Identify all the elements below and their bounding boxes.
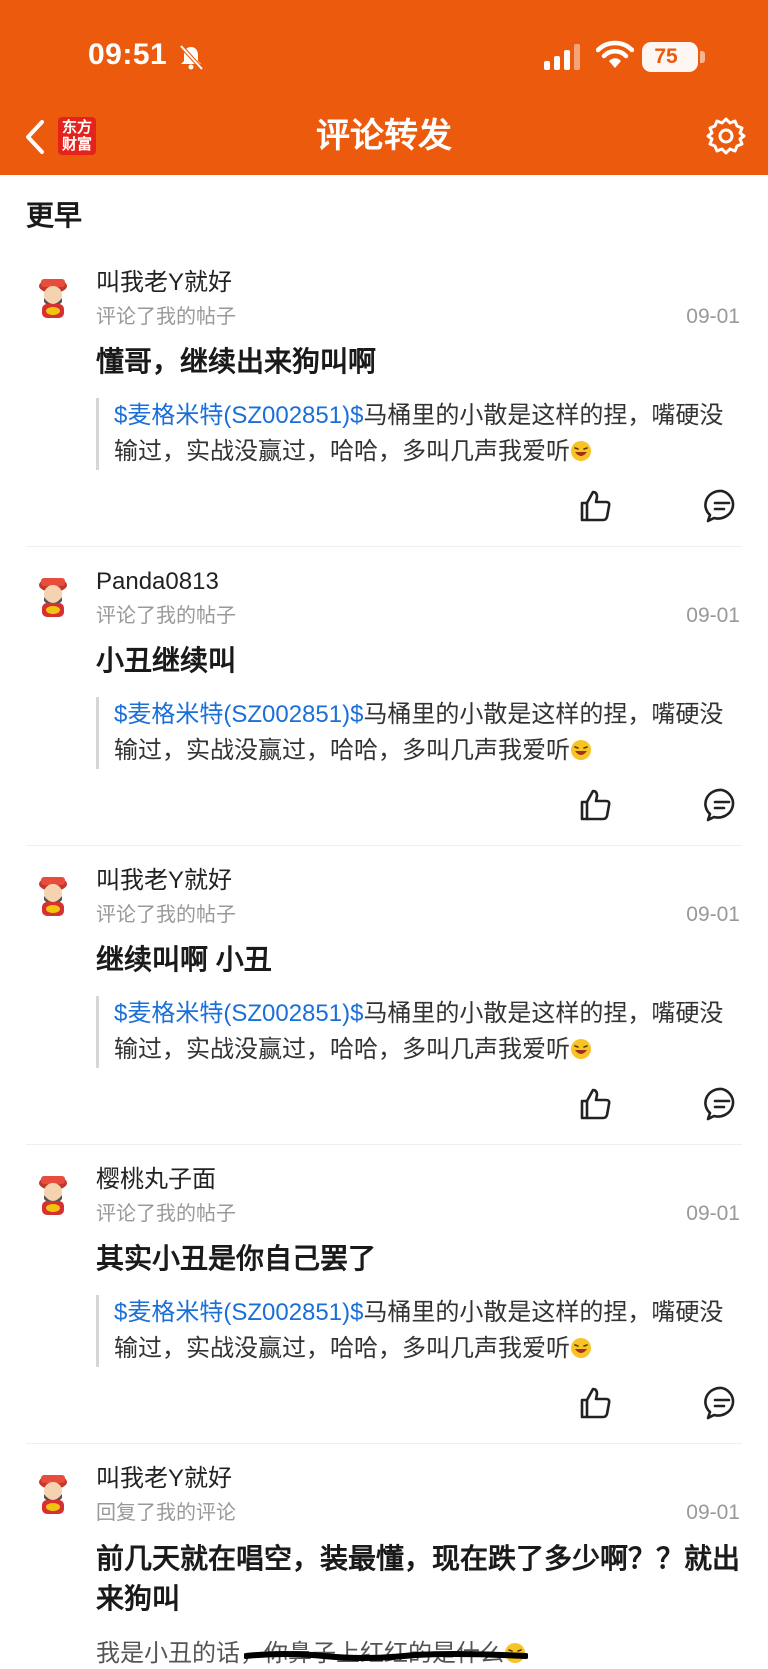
battery-level: 75 [654, 45, 678, 68]
username[interactable]: Panda0813 [96, 565, 219, 599]
reply-icon[interactable] [704, 488, 740, 524]
comment-text: 小丑继续叫 [96, 645, 237, 676]
quoted-post[interactable]: $麦格米特(SZ002851)$马桶里的小散是这样的捏，嘴硬没输过，实战没赢过，… [96, 697, 746, 769]
username[interactable]: 叫我老Y就好 [96, 864, 232, 898]
reply-icon[interactable] [704, 1385, 740, 1421]
timestamp: 09-01 [686, 305, 740, 328]
battery-cap [700, 51, 705, 63]
action-text: 评论了我的帖子 [96, 1203, 236, 1225]
action-text: 评论了我的帖子 [96, 605, 236, 627]
timestamp: 09-01 [686, 1202, 740, 1225]
comment-text: 继续叫啊 小丑 [96, 944, 272, 975]
stock-link[interactable]: $麦格米特(SZ002851)$ [114, 1299, 363, 1326]
fortune-god-avatar[interactable] [32, 1472, 74, 1516]
timestamp: 09-01 [686, 903, 740, 926]
action-text: 评论了我的帖子 [96, 904, 236, 926]
stock-link[interactable]: $麦格米特(SZ002851)$ [114, 701, 363, 728]
stock-link[interactable]: $麦格米特(SZ002851)$ [114, 1000, 363, 1027]
like-icon[interactable] [578, 1385, 614, 1421]
reply-icon[interactable] [704, 787, 740, 823]
comment-text: 懂哥，继续出来狗叫啊 [96, 346, 377, 377]
gear-icon[interactable] [706, 116, 746, 156]
list-item[interactable]: 樱桃丸子面 评论了我的帖子 09-01 其实小丑是你自己罢了 $麦格米特(SZ0… [0, 1145, 768, 1444]
laughing-emoji-icon [571, 1338, 591, 1358]
like-icon[interactable] [578, 1086, 614, 1122]
comment-text: 前几天就在唱空，装最懂，现在跌了多少啊？？就出来狗叫 [96, 1543, 741, 1614]
list-item[interactable]: 叫我老Y就好 回复了我的评论 09-01 前几天就在唱空，装最懂，现在跌了多少啊… [0, 1444, 768, 1669]
username[interactable]: 樱桃丸子面 [96, 1163, 216, 1197]
comment-list: 叫我老Y就好 评论了我的帖子 09-01 懂哥，继续出来狗叫啊 $麦格米特(SZ… [0, 248, 768, 1444]
fortune-god-avatar[interactable] [32, 1173, 74, 1217]
list-item[interactable]: Panda0813 评论了我的帖子 09-01 小丑继续叫 $麦格米特(SZ00… [0, 547, 768, 846]
redaction-scribble [244, 1651, 528, 1661]
status-time: 09:51 [88, 38, 168, 71]
action-text: 回复了我的评论 [96, 1502, 236, 1524]
fortune-god-avatar[interactable] [32, 276, 74, 320]
wifi-icon [596, 40, 634, 68]
fortune-god-avatar[interactable] [32, 575, 74, 619]
action-text: 评论了我的帖子 [96, 306, 236, 328]
quoted-post[interactable]: $麦格米特(SZ002851)$马桶里的小散是这样的捏，嘴硬没输过，实战没赢过，… [96, 1295, 746, 1367]
comment-text: 其实小丑是你自己罢了 [96, 1243, 377, 1274]
stock-link[interactable]: $麦格米特(SZ002851)$ [114, 402, 363, 429]
laughing-emoji-icon [571, 740, 591, 760]
signal-icon [544, 44, 580, 70]
page-title: 评论转发 [316, 117, 452, 155]
reply-icon[interactable] [704, 1086, 740, 1122]
quoted-post[interactable]: $麦格米特(SZ002851)$马桶里的小散是这样的捏，嘴硬没输过，实战没赢过，… [96, 398, 746, 470]
section-title: 更早 [26, 200, 83, 231]
list-item[interactable]: 叫我老Y就好 评论了我的帖子 09-01 懂哥，继续出来狗叫啊 $麦格米特(SZ… [0, 248, 768, 547]
username[interactable]: 叫我老Y就好 [96, 266, 232, 300]
fortune-god-avatar[interactable] [32, 874, 74, 918]
laughing-emoji-icon [571, 1039, 591, 1059]
like-icon[interactable] [578, 488, 614, 524]
username[interactable]: 叫我老Y就好 [96, 1462, 232, 1496]
list-item[interactable]: 叫我老Y就好 评论了我的帖子 09-01 继续叫啊 小丑 $麦格米特(SZ002… [0, 846, 768, 1145]
laughing-emoji-icon [571, 441, 591, 461]
like-icon[interactable] [578, 787, 614, 823]
battery-indicator: 75 [642, 42, 698, 72]
timestamp: 09-01 [686, 1501, 740, 1524]
timestamp: 09-01 [686, 604, 740, 627]
bell-muted-icon [179, 44, 204, 71]
quoted-post[interactable]: $麦格米特(SZ002851)$马桶里的小散是这样的捏，嘴硬没输过，实战没赢过，… [96, 996, 746, 1068]
app-header: 09:51 75 东方 财富 评论转发 [0, 0, 768, 175]
